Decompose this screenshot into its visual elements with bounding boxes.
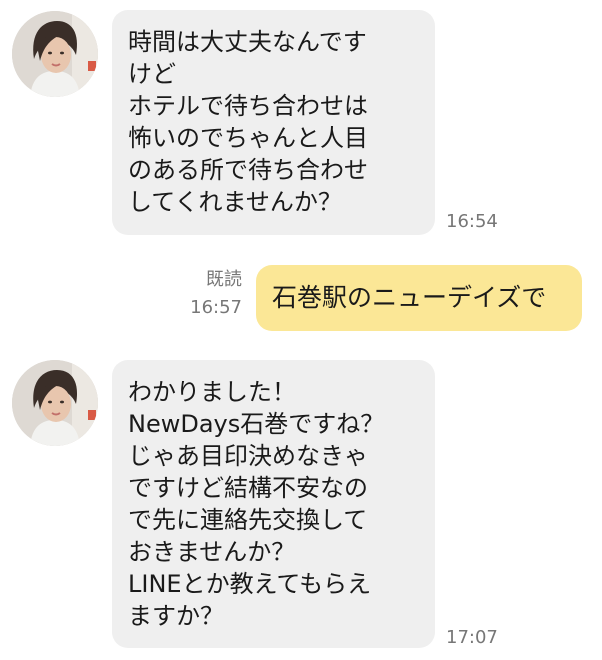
message-timestamp: 17:07 [446,627,498,648]
message-text-line: 怖いのでちゃんと人目 [128,124,368,152]
avatar[interactable] [12,11,98,97]
message-bubble[interactable]: 石巻駅のニューデイズで [256,265,582,331]
message-timestamp: 16:54 [446,211,498,232]
message-text-line: けど [128,60,176,88]
message-text-line: おきませんか？ [128,538,296,566]
message-text-line: LINEとか教えてもらえ [128,570,372,598]
avatar-photo [12,11,98,97]
message-text-line: じゃあ目印決めなきゃ [128,442,368,470]
avatar-photo [12,360,98,446]
message-text-line: ホテルで待ち合わせは [128,92,368,120]
message-text-line: NewDays石巻ですね？ [128,410,385,438]
read-receipt: 既読 [206,269,242,290]
message-text-line: 時間は大丈夫なんです [128,28,367,56]
message-timestamp: 16:57 [190,297,242,318]
message-text-line: わかりました！ [128,378,296,406]
message-text-line: ですけど結構不安なの [128,474,368,502]
message-text-line: してくれませんか？ [128,188,342,216]
avatar[interactable] [12,360,98,446]
message-text-line: のある所で待ち合わせ [128,156,368,184]
message-bubble[interactable]: わかりました！ NewDays石巻ですね？ じゃあ目印決めなきゃ ですけど結構不… [112,360,435,648]
message-incoming: わかりました！ NewDays石巻ですね？ じゃあ目印決めなきゃ ですけど結構不… [0,345,602,660]
message-bubble[interactable]: 時間は大丈夫なんです けど ホテルで待ち合わせは 怖いのでちゃんと人目 のある所… [112,10,435,235]
message-outgoing: 既読 16:57 石巻駅のニューデイズで [0,250,602,345]
message-incoming: 時間は大丈夫なんです けど ホテルで待ち合わせは 怖いのでちゃんと人目 のある所… [0,0,602,250]
message-text-line: で先に連絡先交換して [128,506,368,534]
message-text-line: ますか？ [128,602,224,630]
